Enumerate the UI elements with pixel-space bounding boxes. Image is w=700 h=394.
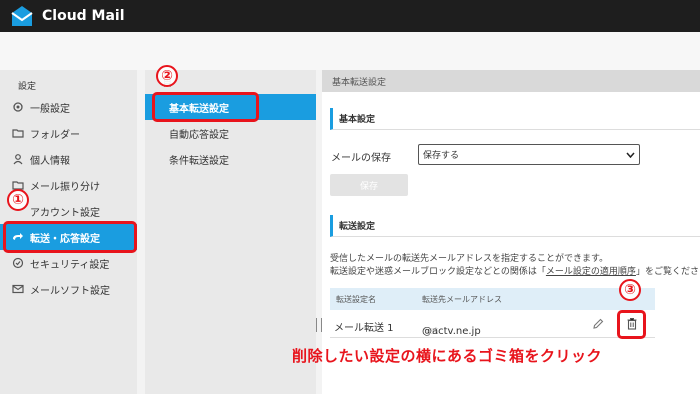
highlight-basic-forward: [152, 92, 259, 122]
sidebar-item-folder[interactable]: フォルダー: [0, 120, 137, 146]
highlight-forward-menu: [3, 221, 137, 253]
save-button[interactable]: 保存: [330, 174, 408, 196]
forward-settings-heading: 転送設定: [330, 215, 700, 237]
column-header-name: 転送設定名: [336, 295, 376, 304]
header-band: [0, 32, 700, 70]
address-domain: @actv.ne.jp: [422, 326, 481, 337]
chevron-down-icon: [626, 152, 635, 158]
table-row: メール転送 1 net @actv.ne.jp: [330, 312, 655, 338]
sidebar-item-label: アカウント設定: [30, 207, 100, 219]
subnav-item-auto-reply[interactable]: 自動応答設定: [145, 120, 316, 146]
resize-handle[interactable]: [316, 318, 322, 332]
sidebar-item-label: 個人情報: [30, 155, 70, 167]
subnav-item-label: 条件転送設定: [169, 155, 229, 167]
save-mail-label: メールの保存: [331, 153, 391, 164]
sidebar-item-security[interactable]: セキュリティ設定: [0, 250, 137, 276]
step-2-marker: ②: [156, 65, 178, 87]
column-header-address: 転送先メールアドレス: [422, 295, 502, 304]
mail-icon: [12, 283, 24, 295]
subnav-item-label: 自動応答設定: [169, 129, 229, 141]
apply-order-link[interactable]: メール設定の適用順序: [546, 267, 636, 277]
forward-table-header: 転送設定名 転送先メールアドレス: [330, 288, 655, 310]
shield-icon: [12, 257, 24, 269]
cloud-mail-logo-icon[interactable]: [10, 5, 34, 27]
forward-description-2: 転送設定や迷惑メールブロック設定などとの関係は「メール設定の適用順序」をご覧くだ…: [330, 264, 699, 277]
sidebar-item-general[interactable]: 一般設定: [0, 94, 137, 120]
gear-icon: [12, 101, 24, 113]
desc-text: 」をご覧くださ: [635, 267, 699, 277]
panel-title: 基本転送設定: [322, 70, 700, 92]
sidebar-section-title: 設定: [18, 82, 37, 92]
step-1-marker: ①: [7, 189, 29, 211]
sidebar-item-label: メールソフト設定: [30, 285, 110, 297]
app-brand[interactable]: Cloud Mail: [42, 8, 125, 24]
sidebar-item-profile[interactable]: 個人情報: [0, 146, 137, 172]
subnav-item-conditional-forward[interactable]: 条件転送設定: [145, 146, 316, 172]
step-3-marker: ③: [619, 279, 641, 301]
forward-description: 受信したメールの転送先メールアドレスを指定することができます。: [330, 254, 609, 264]
sidebar-item-label: メール振り分け: [30, 181, 100, 193]
sidebar-item-mail-client[interactable]: メールソフト設定: [0, 276, 137, 302]
pencil-icon[interactable]: [592, 318, 604, 330]
instruction-caption: 削除したい設定の横にあるゴミ箱をクリック: [292, 347, 603, 365]
folder-icon: [12, 127, 24, 139]
sidebar-item-label: 一般設定: [30, 103, 70, 115]
highlight-trash: [617, 310, 646, 339]
save-mail-select-value: 保存する: [423, 151, 460, 161]
forward-name-cell: メール転送 1: [334, 323, 394, 334]
basic-settings-heading: 基本設定: [330, 108, 700, 130]
save-mail-select[interactable]: 保存する: [418, 144, 640, 165]
sidebar-item-label: フォルダー: [30, 129, 80, 141]
desc-text: 転送設定や迷惑メールブロック設定などとの関係は「: [330, 267, 546, 277]
person-icon: [12, 153, 24, 165]
sidebar-item-label: セキュリティ設定: [30, 259, 110, 271]
top-bar: Cloud Mail: [0, 0, 700, 32]
